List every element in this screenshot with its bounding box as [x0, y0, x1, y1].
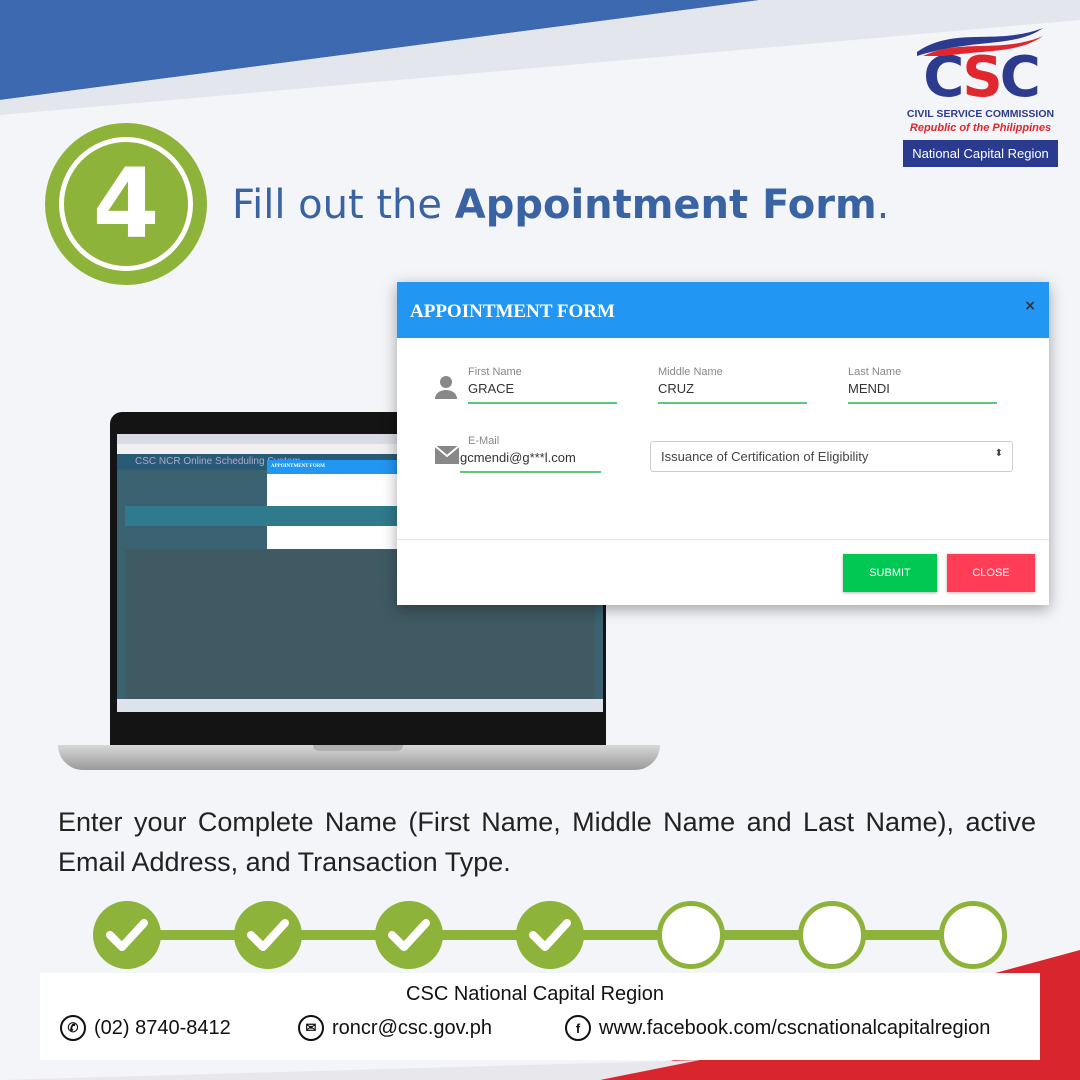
- facebook-text[interactable]: www.facebook.com/cscnationalcapitalregio…: [599, 1017, 990, 1040]
- footer-title: CSC National Capital Region: [406, 983, 664, 1005]
- appointment-form-modal: APPOINTMENT FORM × First Name GRACE Midd…: [397, 282, 1049, 605]
- middle-name-label: Middle Name: [658, 366, 723, 378]
- instruction-text: Enter your Complete Name (First Name, Mi…: [58, 807, 1036, 877]
- headline: Fill out the Appointment Form.: [232, 182, 889, 228]
- csc-logo: CSC CIVIL SERVICE COMMISSION Republic of…: [903, 22, 1058, 167]
- screen-modal-title: APPOINTMENT FORM: [267, 460, 397, 474]
- phone-text: (02) 8740-8412: [94, 1016, 231, 1039]
- checkmark-icon: [106, 919, 148, 951]
- last-name-label: Last Name: [848, 366, 902, 378]
- modal-title: APPOINTMENT FORM: [410, 301, 615, 322]
- footer-facebook[interactable]: f www.facebook.com/cscnationalcapitalregi…: [565, 1015, 990, 1041]
- email-text[interactable]: roncr@csc.gov.ph: [332, 1017, 492, 1040]
- last-name-input[interactable]: MENDI: [848, 381, 997, 404]
- first-name-label: First Name: [468, 366, 522, 378]
- checkmark-icon: [529, 919, 571, 951]
- select-arrows-icon: ⬍: [994, 448, 1003, 459]
- progress-step-pending: [798, 901, 866, 969]
- user-icon: [435, 376, 457, 399]
- progress-step-complete: [234, 901, 302, 969]
- logo-region: National Capital Region: [903, 140, 1058, 167]
- first-name-input[interactable]: GRACE: [468, 381, 617, 404]
- middle-name-input[interactable]: CRUZ: [658, 381, 807, 404]
- close-button[interactable]: CLOSE: [947, 554, 1035, 592]
- footer: CSC National Capital Region ✆ (02) 8740-8…: [40, 973, 1040, 1060]
- modal-header: APPOINTMENT FORM ×: [397, 282, 1049, 338]
- close-icon[interactable]: ×: [1024, 298, 1036, 314]
- step-number-badge: 4: [45, 123, 207, 285]
- email-label: E-Mail: [468, 435, 500, 447]
- checkmark-icon: [247, 919, 289, 951]
- flag-wave-icon: [917, 28, 1043, 56]
- laptop-notch: [313, 745, 403, 751]
- headline-suffix: .: [876, 182, 890, 228]
- transaction-type-select[interactable]: Issuance of Certification of Eligibility…: [650, 441, 1013, 472]
- footer-phone: ✆ (02) 8740-8412: [60, 1015, 231, 1041]
- logo-line1: CIVIL SERVICE COMMISSION: [906, 108, 1055, 120]
- progress-step-complete: [93, 901, 161, 969]
- email-input[interactable]: gcmendi@g***l.com: [460, 450, 601, 473]
- email-field[interactable]: E-Mail gcmendi@g***l.com: [460, 435, 601, 473]
- phone-icon: ✆: [60, 1015, 86, 1041]
- progress-step-complete: [375, 901, 443, 969]
- logo-text: CSC: [923, 45, 1041, 110]
- submit-button[interactable]: SUBMIT: [843, 554, 937, 592]
- headline-bold: Appointment Form: [454, 182, 877, 228]
- middle-name-field[interactable]: Middle Name CRUZ: [658, 366, 807, 404]
- facebook-icon: f: [565, 1015, 591, 1041]
- transaction-type-value: Issuance of Certification of Eligibility: [661, 449, 869, 464]
- checkmark-icon: [388, 919, 430, 951]
- step-number: 4: [59, 137, 193, 271]
- mail-icon: ✉: [298, 1015, 324, 1041]
- envelope-icon: [435, 446, 459, 464]
- headline-text: Fill out the: [232, 182, 455, 228]
- footer-email[interactable]: ✉ roncr@csc.gov.ph: [298, 1015, 492, 1041]
- progress-step-pending: [939, 901, 1007, 969]
- last-name-field[interactable]: Last Name MENDI: [848, 366, 997, 404]
- logo-line2: Republic of the Philippines: [909, 122, 1052, 134]
- progress-step-pending: [657, 901, 725, 969]
- first-name-field[interactable]: First Name GRACE: [468, 366, 617, 404]
- progress-step-complete: [516, 901, 584, 969]
